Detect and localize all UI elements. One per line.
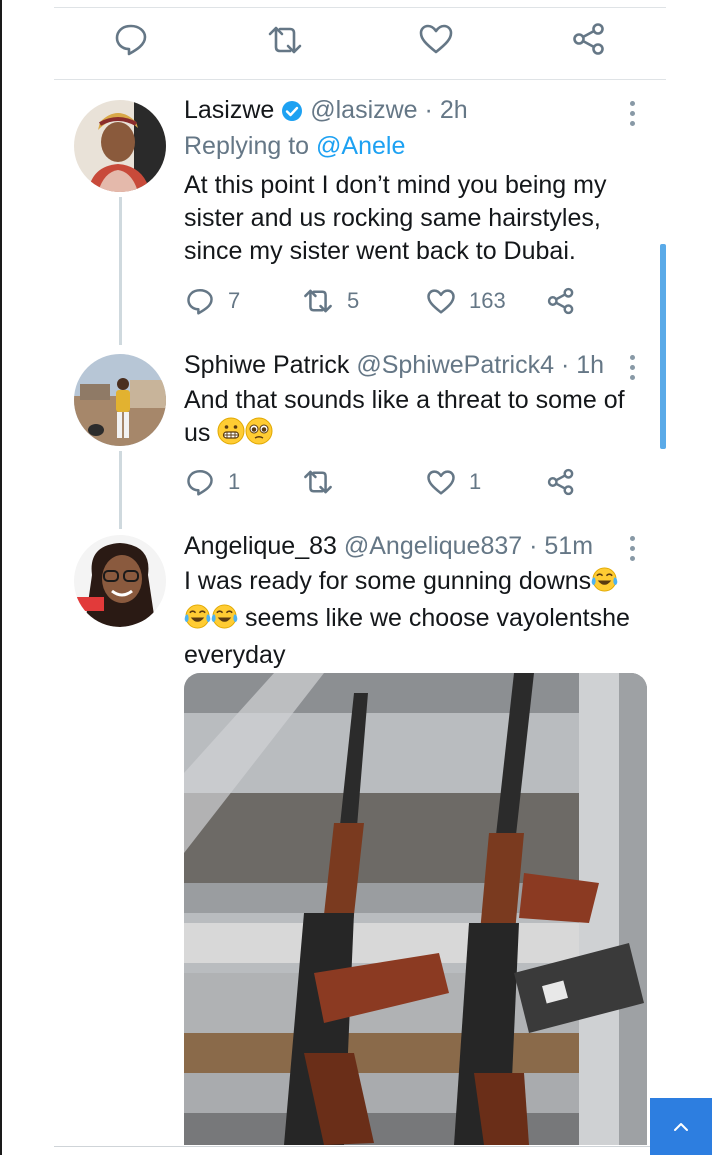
- display-name[interactable]: Lasizwe: [184, 96, 274, 124]
- timestamp: · 2h: [424, 96, 468, 124]
- thread-line: [119, 197, 122, 345]
- display-name[interactable]: Angelique_83: [184, 532, 337, 560]
- tweet-text: At this point I don’t mind you being my …: [184, 171, 607, 265]
- thread-line: [119, 451, 122, 529]
- divider: [54, 7, 666, 8]
- tweet-media-image[interactable]: [184, 673, 647, 1145]
- user-handle[interactable]: @SphiwePatrick4: [356, 351, 554, 379]
- replying-to: Replying to @Anele: [184, 132, 405, 161]
- replying-label: Replying to: [184, 132, 310, 160]
- tweet-text: I was ready for some gunning downs: [184, 567, 592, 595]
- tears-of-joy-icon: [184, 603, 211, 639]
- reply-icon[interactable]: [186, 468, 214, 496]
- tweet-text-continued: seems like we choose vayolentshe everyda…: [184, 604, 630, 669]
- divider: [54, 79, 666, 80]
- avatar-sphiwe-patrick[interactable]: [74, 354, 166, 446]
- tweet-text-block: And that sounds like a threat to some of…: [184, 384, 644, 454]
- tears-of-joy-icon: [591, 566, 618, 602]
- avatar-angelique[interactable]: [74, 535, 166, 627]
- retweet-icon[interactable]: [266, 25, 304, 55]
- tweet-text-block: I was ready for some gunning downs seems…: [184, 565, 644, 672]
- share-icon[interactable]: [571, 22, 607, 56]
- share-icon[interactable]: [546, 468, 576, 496]
- scrollbar[interactable]: [660, 244, 666, 449]
- divider: [54, 1146, 650, 1147]
- verified-badge-icon: [281, 100, 303, 129]
- tears-of-joy-icon: [211, 603, 238, 639]
- reply-count: 1: [228, 469, 241, 494]
- replying-mention[interactable]: @Anele: [316, 132, 405, 160]
- more-options-icon[interactable]: [630, 536, 636, 566]
- timestamp: · 51m: [529, 532, 594, 560]
- share-icon[interactable]: [546, 287, 576, 315]
- pleading-face-icon: [245, 417, 273, 454]
- reply-icon[interactable]: [114, 22, 148, 56]
- avatar-lasizwe[interactable]: [74, 100, 166, 192]
- chevron-up-icon: [673, 1122, 689, 1132]
- heart-icon[interactable]: [418, 23, 454, 55]
- user-handle[interactable]: @lasizwe: [310, 96, 417, 124]
- retweet-icon[interactable]: [302, 469, 334, 495]
- tweet-header: Lasizwe @lasizwe · 2h: [184, 96, 468, 129]
- display-name[interactable]: Sphiwe Patrick: [184, 351, 349, 379]
- retweet-count: 5: [347, 288, 360, 313]
- more-options-icon[interactable]: [630, 101, 636, 131]
- retweet-icon[interactable]: [302, 288, 334, 314]
- timestamp: · 1h: [560, 351, 605, 379]
- like-count: 1: [469, 469, 482, 494]
- heart-icon[interactable]: [426, 469, 456, 496]
- user-handle[interactable]: @Angelique837: [344, 532, 522, 560]
- tweet-header: Angelique_83 @Angelique837 · 51m: [184, 532, 593, 561]
- scroll-to-top-button[interactable]: [650, 1098, 712, 1155]
- reply-count: 7: [228, 288, 241, 313]
- tweet-header: Sphiwe Patrick @SphiwePatrick4 · 1h: [184, 351, 604, 380]
- more-options-icon[interactable]: [630, 355, 636, 385]
- like-count: 163: [469, 288, 506, 313]
- reply-icon[interactable]: [186, 287, 214, 315]
- grimacing-face-icon: [217, 417, 245, 454]
- screen-edge: [0, 0, 2, 1155]
- heart-icon[interactable]: [426, 288, 456, 315]
